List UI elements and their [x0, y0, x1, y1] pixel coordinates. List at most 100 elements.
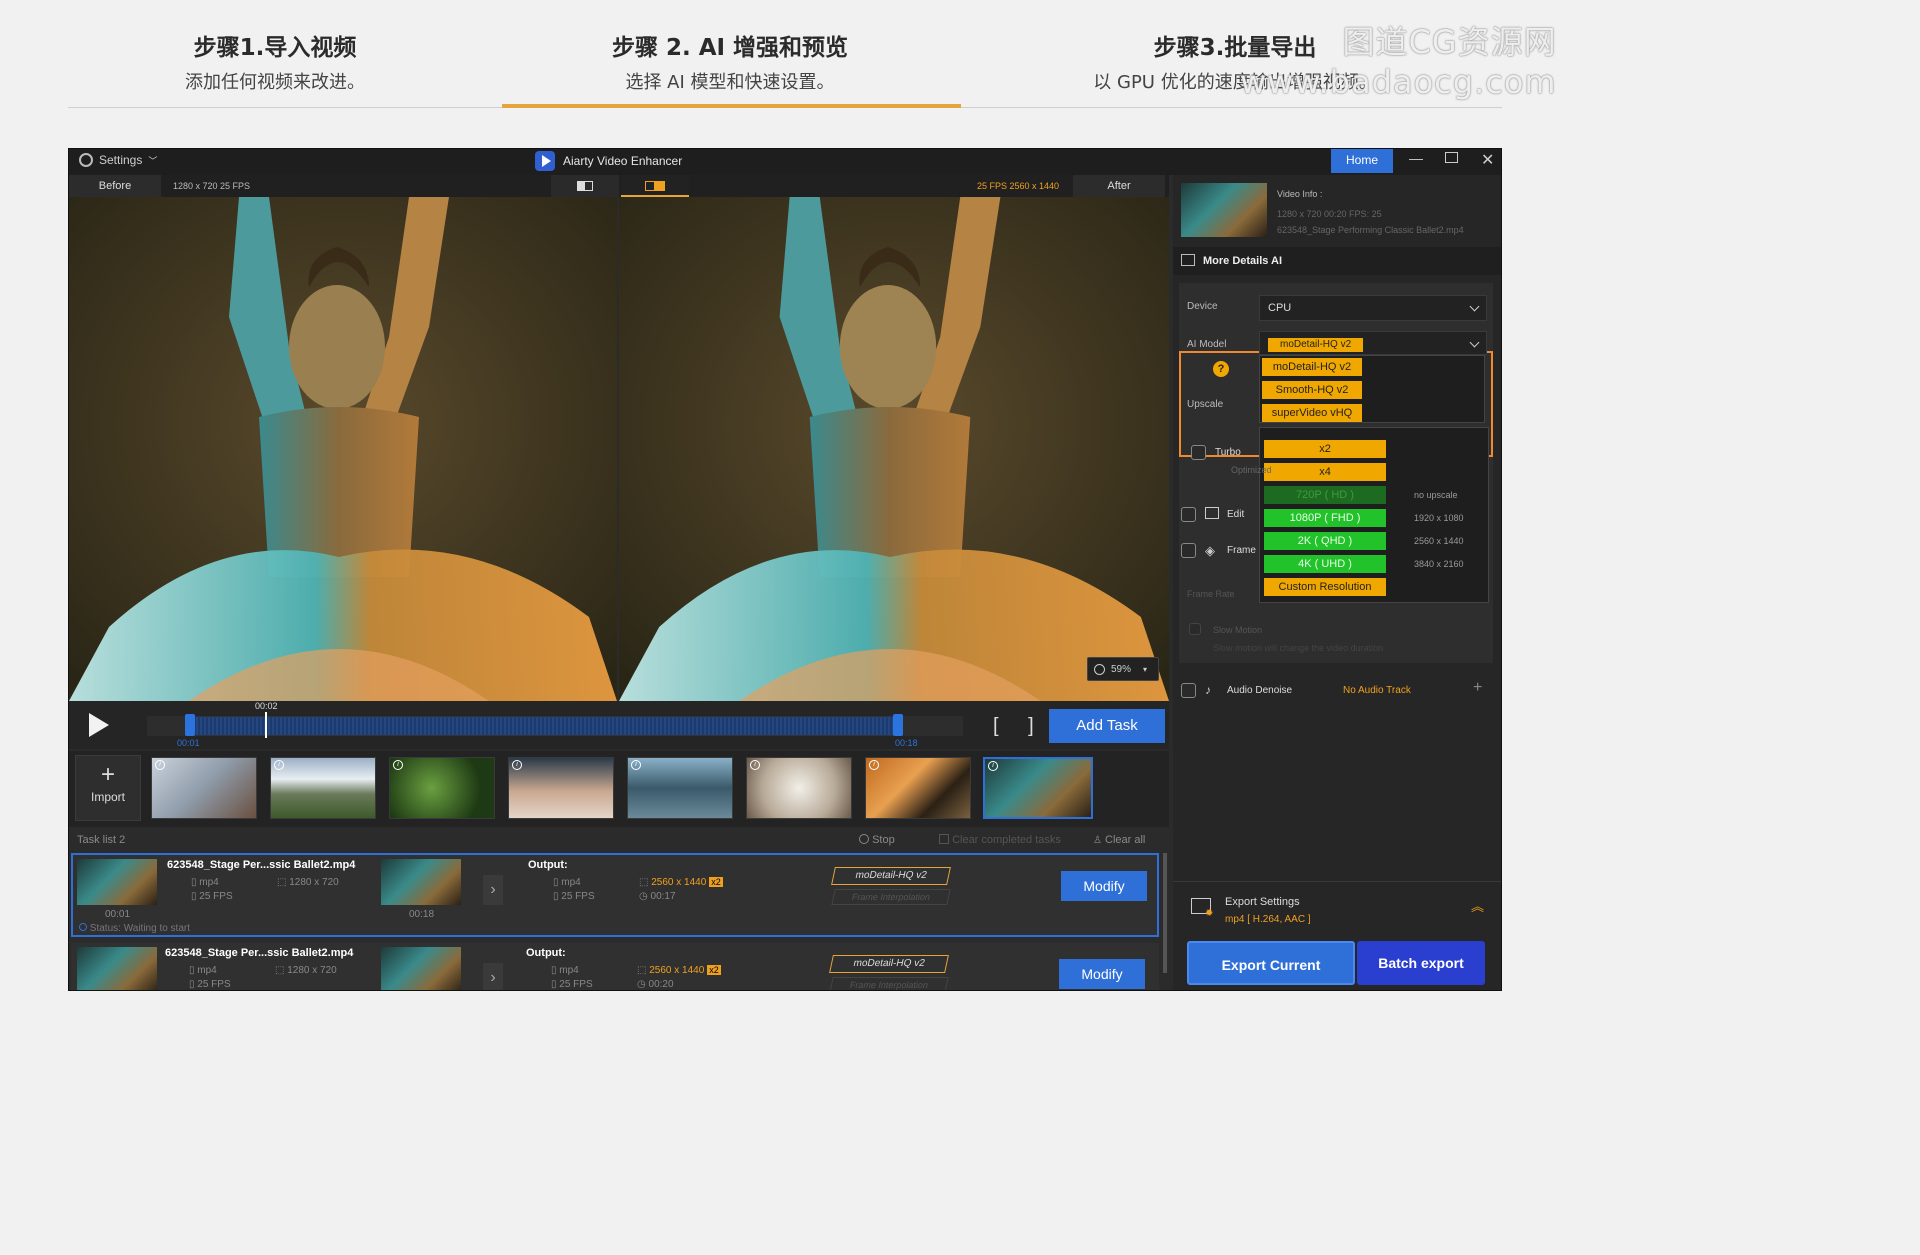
- video-thumbnail[interactable]: i: [151, 757, 257, 819]
- modify-button[interactable]: Modify: [1061, 871, 1147, 901]
- after-tab: After: [1073, 175, 1165, 197]
- zoom-control[interactable]: 59% ▾: [1087, 657, 1159, 681]
- info-icon[interactable]: i: [155, 760, 165, 770]
- set-in-out-icon[interactable]: [ ]: [993, 715, 1046, 738]
- import-button[interactable]: + Import: [75, 755, 141, 821]
- turbo-checkbox[interactable]: [1191, 445, 1206, 460]
- before-info: 1280 x 720 25 FPS: [173, 181, 251, 191]
- chevron-down-icon: [1469, 337, 1480, 348]
- step-2[interactable]: 步骤 2. AI 增强和预览 选择 AI 模型和快速设置。: [560, 28, 900, 94]
- scale-option[interactable]: x4: [1264, 463, 1386, 481]
- output-resolution: ⬚ 2560 x 1440 x2: [639, 877, 723, 888]
- output-resolution-value: 2560 x 1440: [651, 877, 707, 888]
- close-icon[interactable]: ✕: [1481, 150, 1494, 170]
- split-view-button[interactable]: [621, 175, 689, 197]
- watermark-line-2: www.badaocg.com: [1240, 63, 1557, 101]
- trim-start-handle[interactable]: [185, 714, 195, 736]
- edit-checkbox[interactable]: [1181, 507, 1196, 522]
- task-resolution-value: 1280 x 720: [289, 877, 339, 888]
- maximize-icon[interactable]: [1445, 152, 1458, 163]
- task-resolution-value: 1280 x 720: [287, 965, 337, 976]
- ai-model-select[interactable]: moDetail-HQ v2: [1259, 331, 1487, 355]
- scale-option[interactable]: x2: [1264, 440, 1386, 458]
- output-duration: ◷ 00:17: [639, 891, 676, 902]
- info-icon[interactable]: i: [393, 760, 403, 770]
- video-thumbnail[interactable]: i: [389, 757, 495, 819]
- play-icon[interactable]: [89, 713, 109, 737]
- task-row[interactable]: 623548_Stage Per...ssic Ballet2.mp4 ▯ mp…: [71, 943, 1159, 990]
- info-icon[interactable]: i: [512, 760, 522, 770]
- single-view-button[interactable]: [551, 175, 619, 197]
- resolution-option[interactable]: 1080P ( FHD ): [1264, 509, 1386, 527]
- stop-button[interactable]: Stop: [859, 834, 895, 846]
- model-option[interactable]: moDetail-HQ v2: [1262, 358, 1362, 376]
- batch-export-button[interactable]: Batch export: [1357, 941, 1485, 985]
- settings-menu[interactable]: Settings ﹀: [79, 153, 157, 167]
- resolution-value: 1920 x 1080: [1414, 513, 1464, 523]
- task-row[interactable]: 00:01 623548_Stage Per...ssic Ballet2.mp…: [71, 853, 1159, 937]
- custom-resolution-option[interactable]: Custom Resolution: [1264, 578, 1386, 596]
- task-fps-value: 25 FPS: [199, 891, 233, 902]
- app-title: Aiarty Video Enhancer: [535, 151, 682, 171]
- task-output-thumbnail: [381, 859, 461, 905]
- single-view-icon: [577, 181, 593, 191]
- task-source-thumbnail: [77, 859, 157, 905]
- output-fps: ▯ 25 FPS: [553, 891, 595, 902]
- task-list-scrollbar[interactable]: [1163, 853, 1167, 973]
- trim-end-handle[interactable]: [893, 714, 903, 736]
- task-status-text: Status: Waiting to start: [89, 923, 191, 934]
- export-settings[interactable]: ✹ Export Settings mp4 [ H.264, AAC ] ︽: [1173, 881, 1501, 933]
- minimize-icon[interactable]: —: [1409, 150, 1423, 166]
- video-thumbnail-strip: + Import i i i i i i i i: [69, 751, 1169, 827]
- resolution-value: no upscale: [1414, 490, 1458, 500]
- task-fps: ▯ 25 FPS: [189, 979, 231, 990]
- task-format-value: mp4: [197, 965, 217, 976]
- video-thumbnail[interactable]: i: [508, 757, 614, 819]
- output-label: Output:: [528, 859, 568, 871]
- info-icon[interactable]: i: [631, 760, 641, 770]
- resolution-option[interactable]: 720P ( HD ): [1264, 486, 1386, 504]
- chevron-down-icon: [1469, 301, 1480, 312]
- info-icon[interactable]: i: [750, 760, 760, 770]
- active-step-indicator: [502, 104, 961, 108]
- video-thumbnail[interactable]: i: [746, 757, 852, 819]
- expand-plus-icon[interactable]: +: [1473, 679, 1482, 697]
- resolution-option[interactable]: 4K ( UHD ): [1264, 555, 1386, 573]
- output-format-value: mp4: [559, 965, 579, 976]
- device-select[interactable]: CPU: [1259, 295, 1487, 321]
- modify-button[interactable]: Modify: [1059, 959, 1145, 989]
- model-option[interactable]: superVideo vHQ: [1262, 404, 1362, 422]
- video-thumbnail[interactable]: i: [270, 757, 376, 819]
- audio-denoise-checkbox[interactable]: [1181, 683, 1196, 698]
- preview-header: Before 1280 x 720 25 FPS 25 FPS 2560 x 1…: [69, 175, 1169, 197]
- timeline-selection[interactable]: [185, 716, 901, 736]
- step-1[interactable]: 步骤1.导入视频 添加任何视频来改进。: [140, 28, 410, 94]
- current-time: 00:02: [255, 701, 278, 711]
- resolution-option[interactable]: 2K ( QHD ): [1264, 532, 1386, 550]
- home-button[interactable]: Home: [1331, 149, 1393, 173]
- add-task-button[interactable]: Add Task: [1049, 709, 1165, 743]
- frame-checkbox[interactable]: [1181, 543, 1196, 558]
- playhead[interactable]: [265, 712, 267, 738]
- task-format-value: mp4: [199, 877, 219, 888]
- timeline-track[interactable]: 00:02 00:01 00:18: [147, 701, 963, 748]
- slow-motion-checkbox[interactable]: [1189, 623, 1201, 635]
- task-model-badge: moDetail-HQ v2: [829, 955, 949, 973]
- audio-denoise-label: Audio Denoise: [1227, 685, 1293, 696]
- expand-icon[interactable]: [1181, 254, 1195, 266]
- clear-all-button[interactable]: ♙ Clear all: [1093, 834, 1145, 846]
- info-icon[interactable]: i: [869, 760, 879, 770]
- output-format-value: mp4: [561, 877, 581, 888]
- step-2-title: 步骤 2. AI 增强和预览: [611, 35, 849, 61]
- model-option[interactable]: Smooth-HQ v2: [1262, 381, 1362, 399]
- export-current-button[interactable]: Export Current: [1187, 941, 1355, 985]
- chevron-double-up-icon[interactable]: ︽: [1471, 896, 1484, 915]
- video-thumbnail[interactable]: i: [627, 757, 733, 819]
- help-icon[interactable]: ?: [1213, 361, 1229, 377]
- info-icon[interactable]: i: [988, 761, 998, 771]
- video-thumbnail[interactable]: i: [865, 757, 971, 819]
- info-icon[interactable]: i: [274, 760, 284, 770]
- clear-completed-button[interactable]: Clear completed tasks: [939, 834, 1061, 846]
- edit-label: Edit: [1227, 509, 1245, 520]
- video-thumbnail-selected[interactable]: i: [983, 757, 1093, 819]
